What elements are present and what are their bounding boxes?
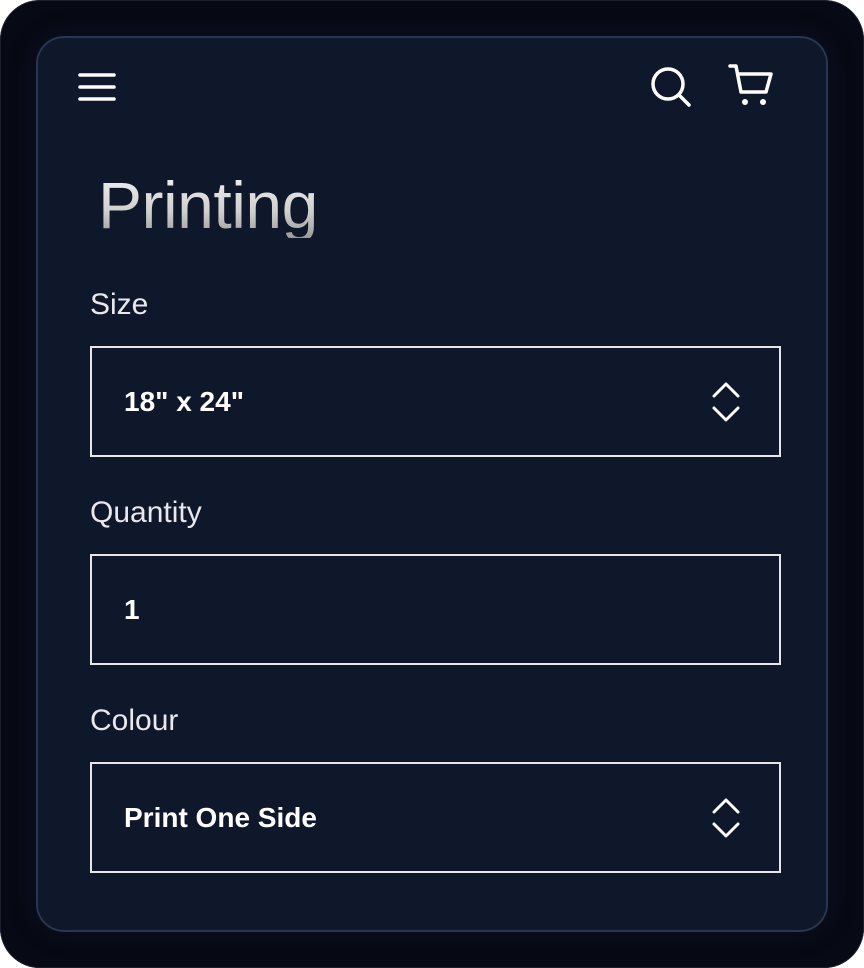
- page-title: Printing: [98, 168, 318, 242]
- size-value: 18" x 24": [124, 385, 244, 417]
- menu-icon: [78, 73, 116, 101]
- quantity-label: Quantity: [90, 496, 202, 529]
- cart-icon: [728, 64, 773, 105]
- up-down-chevron-icon: [711, 380, 741, 424]
- product-options-card: Printing Size 18" x 24" Quantity Colour …: [36, 36, 828, 932]
- size-select[interactable]: 18" x 24": [90, 346, 781, 457]
- up-down-chevron-icon: [711, 796, 741, 840]
- quantity-field[interactable]: [90, 554, 781, 665]
- device-frame: Printing Size 18" x 24" Quantity Colour …: [0, 0, 864, 968]
- search-icon: [651, 67, 691, 107]
- search-button[interactable]: [646, 62, 696, 112]
- colour-label: Colour: [90, 704, 179, 737]
- colour-value: Print One Side: [124, 801, 317, 833]
- menu-button[interactable]: [72, 62, 122, 112]
- quantity-input[interactable]: [124, 593, 741, 626]
- size-label: Size: [90, 288, 149, 321]
- cart-button[interactable]: [726, 60, 776, 110]
- colour-select[interactable]: Print One Side: [90, 762, 781, 873]
